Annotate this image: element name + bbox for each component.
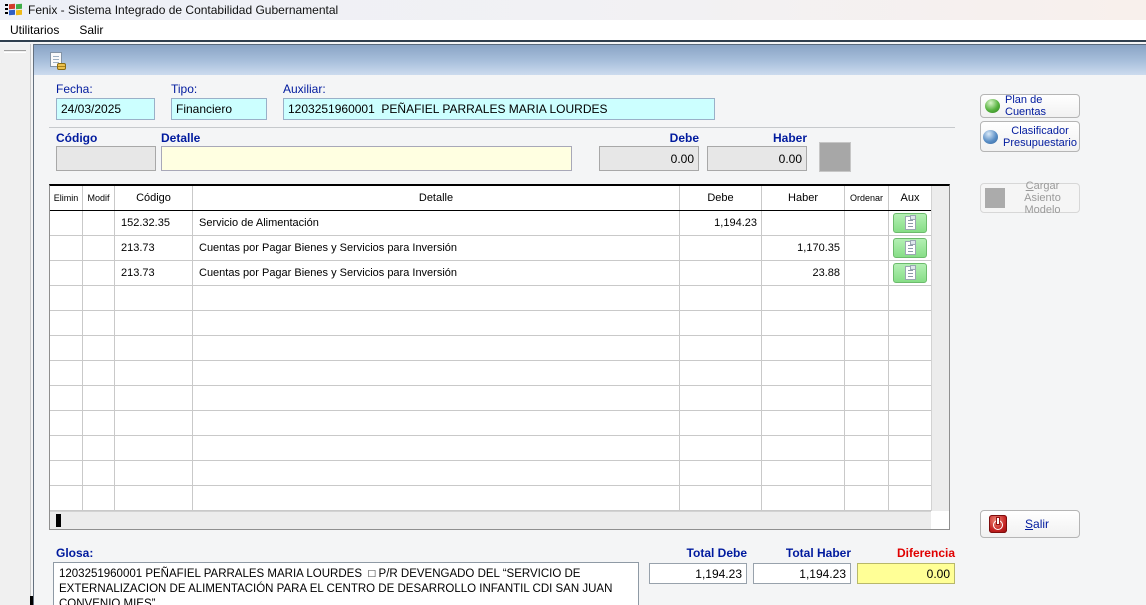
cell-detalle: Cuentas por Pagar Bienes y Servicios par… xyxy=(193,236,680,260)
table-row[interactable]: 213.73 Cuentas por Pagar Bienes y Servic… xyxy=(50,261,931,286)
auxiliar-label: Auxiliar: xyxy=(283,82,326,96)
total-haber-field xyxy=(753,563,851,584)
haber-input xyxy=(707,146,807,171)
menu-bar: Utilitarios Salir xyxy=(0,20,1146,42)
green-sphere-icon xyxy=(985,99,1000,113)
table-row-empty xyxy=(50,436,931,461)
section-divider xyxy=(49,127,955,128)
cargar-asiento-modelo-button: Cargar Asiento Modelo xyxy=(980,183,1080,213)
cargar-asiento-label: Cargar Asiento Modelo xyxy=(1010,180,1075,216)
diferencia-label: Diferencia xyxy=(857,546,955,560)
aux-button[interactable] xyxy=(893,263,927,283)
entry-action-square-button xyxy=(819,142,851,172)
codigo-input xyxy=(56,146,156,171)
table-row-empty xyxy=(50,386,931,411)
table-row-empty xyxy=(50,286,931,311)
horizontal-scrollbar[interactable] xyxy=(50,511,931,529)
windows-logo-icon xyxy=(5,3,22,17)
panel-grip-handle[interactable] xyxy=(4,50,26,53)
blue-sphere-icon xyxy=(983,130,998,144)
cell-codigo: 213.73 xyxy=(115,236,193,260)
plan-de-cuentas-button[interactable]: Plan de Cuentas xyxy=(980,94,1080,118)
salir-button[interactable]: Salir xyxy=(980,510,1080,538)
table-row-empty xyxy=(50,461,931,486)
new-entry-toolbar-button[interactable] xyxy=(46,49,70,73)
table-row[interactable]: 152.32.35 Servicio de Alimentación 1,194… xyxy=(50,211,931,236)
table-row-empty xyxy=(50,336,931,361)
cell-codigo: 213.73 xyxy=(115,261,193,285)
header-haber: Haber xyxy=(762,186,845,210)
app-window: Fenix - Sistema Integrado de Contabilida… xyxy=(0,0,1146,605)
glosa-label: Glosa: xyxy=(56,546,93,560)
table-header-row: Elimin Modif Código Detalle Debe Haber O… xyxy=(50,186,931,211)
clipboard-icon xyxy=(905,216,916,230)
fecha-label: Fecha: xyxy=(56,82,93,96)
toolbar xyxy=(34,44,1146,75)
aux-button[interactable] xyxy=(893,213,927,233)
total-haber-label: Total Haber xyxy=(753,546,851,560)
left-collapsed-panel[interactable] xyxy=(0,44,31,605)
clipboard-icon xyxy=(905,241,916,255)
table-row-empty xyxy=(50,486,931,511)
header-modif: Modif xyxy=(83,186,115,210)
total-debe-field xyxy=(649,563,747,584)
main-panel: Fecha: Tipo: Auxiliar: Código Detalle De… xyxy=(33,44,1146,605)
debe-input xyxy=(599,146,699,171)
horizontal-scrollbar-thumb[interactable] xyxy=(56,514,61,527)
plan-de-cuentas-label: Plan de Cuentas xyxy=(1005,94,1075,118)
table-row-empty xyxy=(50,411,931,436)
header-elimin: Elimin xyxy=(50,186,83,210)
menu-utilitarios[interactable]: Utilitarios xyxy=(0,20,69,40)
vertical-scrollbar[interactable] xyxy=(931,186,949,511)
cell-haber: 1,170.35 xyxy=(762,236,845,260)
menu-salir[interactable]: Salir xyxy=(69,20,113,40)
power-icon xyxy=(989,515,1007,533)
fecha-input[interactable] xyxy=(56,98,155,120)
auxiliar-input[interactable] xyxy=(283,98,715,120)
tipo-input[interactable] xyxy=(171,98,267,120)
cell-haber: 23.88 xyxy=(762,261,845,285)
table-row[interactable]: 213.73 Cuentas por Pagar Bienes y Servic… xyxy=(50,236,931,261)
clipboard-icon xyxy=(905,266,916,280)
detalle-label: Detalle xyxy=(161,131,200,145)
cell-codigo: 152.32.35 xyxy=(115,211,193,235)
tipo-label: Tipo: xyxy=(171,82,197,96)
header-debe: Debe xyxy=(680,186,762,210)
entries-table: Elimin Modif Código Detalle Debe Haber O… xyxy=(49,184,950,530)
cell-debe xyxy=(680,236,762,260)
header-ordenar: Ordenar xyxy=(845,186,889,210)
codigo-label: Código xyxy=(56,131,97,145)
cell-detalle: Cuentas por Pagar Bienes y Servicios par… xyxy=(193,261,680,285)
table-row-empty xyxy=(50,311,931,336)
clasificador-presupuestario-button[interactable]: Clasificador Presupuestario xyxy=(980,121,1080,152)
salir-label: Salir xyxy=(1025,517,1049,531)
gray-square-icon xyxy=(985,188,1005,208)
detalle-input[interactable] xyxy=(161,146,572,171)
diferencia-field xyxy=(857,563,955,584)
title-bar: Fenix - Sistema Integrado de Contabilida… xyxy=(0,0,1146,20)
cell-haber xyxy=(762,211,845,235)
aux-button[interactable] xyxy=(893,238,927,258)
haber-label: Haber xyxy=(707,131,807,145)
header-detalle: Detalle xyxy=(193,186,680,210)
header-codigo: Código xyxy=(115,186,193,210)
clasificador-label: Clasificador Presupuestario xyxy=(1003,125,1077,149)
glosa-textarea[interactable] xyxy=(53,562,639,605)
cell-detalle: Servicio de Alimentación xyxy=(193,211,680,235)
header-aux: Aux xyxy=(889,186,931,210)
debe-label: Debe xyxy=(599,131,699,145)
document-coins-icon xyxy=(50,52,66,70)
total-debe-label: Total Debe xyxy=(649,546,747,560)
window-title: Fenix - Sistema Integrado de Contabilida… xyxy=(28,3,338,17)
cell-debe xyxy=(680,261,762,285)
table-row-empty xyxy=(50,361,931,386)
cell-debe: 1,194.23 xyxy=(680,211,762,235)
